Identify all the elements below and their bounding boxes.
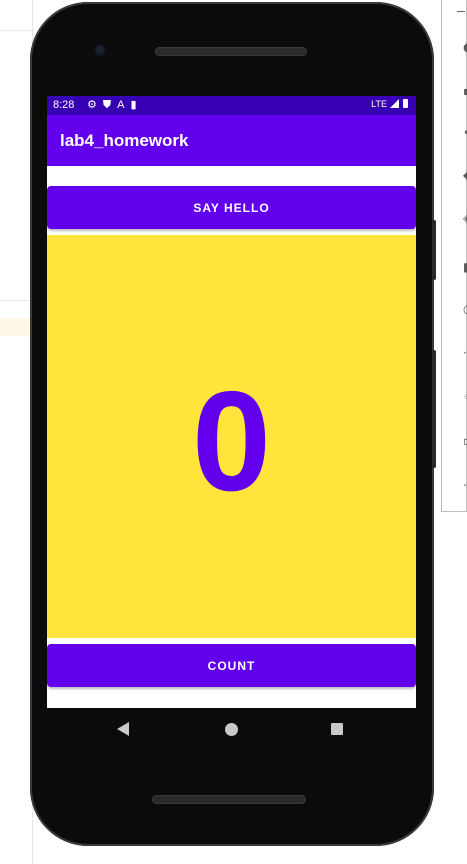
- sd-card-icon: ▮: [130, 99, 143, 111]
- speaker-grille-top: [155, 47, 307, 56]
- shield-icon: ⛊: [102, 99, 118, 111]
- count-display: 0: [47, 235, 416, 638]
- ide-divider: [0, 30, 35, 31]
- recents-icon[interactable]: [331, 723, 343, 735]
- more-icon[interactable]: ⋯: [463, 479, 467, 491]
- power-button[interactable]: [432, 350, 436, 468]
- rotate-left-icon[interactable]: ◆: [463, 169, 467, 181]
- minimize-icon[interactable]: [457, 11, 465, 12]
- back-button-icon[interactable]: ·: [463, 347, 467, 359]
- battery-icon: [403, 99, 408, 108]
- count-value: 0: [192, 361, 271, 521]
- volume-down-icon[interactable]: •: [463, 127, 467, 139]
- zoom-icon[interactable]: ○: [463, 303, 467, 315]
- speaker-grille-bottom: [152, 795, 306, 804]
- count-button[interactable]: COUNT: [47, 644, 416, 687]
- status-bar: 8:28 ⚙⛊A▮ LTE: [47, 96, 416, 115]
- camera-icon: [94, 44, 106, 56]
- gear-icon: ⚙: [87, 99, 103, 111]
- device-screen: 8:28 ⚙⛊A▮ LTE lab4_homework SAY HELLO 0 …: [47, 96, 416, 708]
- app-title: lab4_homework: [60, 131, 189, 150]
- say-hello-button[interactable]: SAY HELLO: [47, 186, 416, 229]
- screenshot-icon[interactable]: ■: [463, 261, 467, 273]
- overview-icon[interactable]: ▫: [463, 435, 467, 447]
- network-label: LTE: [371, 99, 387, 109]
- rotate-right-icon[interactable]: ◈: [463, 212, 467, 224]
- volume-up-icon[interactable]: ▪: [463, 85, 467, 97]
- home-button-icon[interactable]: ◦: [463, 391, 467, 403]
- status-network: LTE: [371, 99, 408, 109]
- font-icon: A: [117, 99, 131, 111]
- status-icons: ⚙⛊A▮: [87, 98, 143, 112]
- back-icon[interactable]: [117, 722, 129, 736]
- emulator-toolbar: ● ▪ • ◆ ◈ ■ ○ · ◦ ▫ ⋯: [441, 0, 467, 512]
- home-icon[interactable]: [225, 723, 238, 736]
- ide-window: ● ▪ • ◆ ◈ ■ ○ · ◦ ▫ ⋯ 8:28 ⚙⛊A▮ LTE lab4…: [0, 0, 467, 864]
- volume-button[interactable]: [432, 220, 436, 280]
- app-bar: lab4_homework: [47, 115, 416, 166]
- power-icon[interactable]: ●: [463, 41, 467, 53]
- signal-icon: [390, 99, 399, 108]
- status-time: 8:28: [53, 99, 75, 111]
